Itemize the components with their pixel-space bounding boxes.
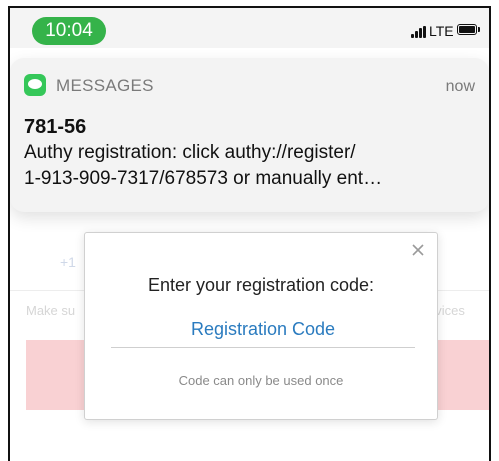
notification-timestamp: now <box>445 78 475 95</box>
registration-modal: Enter your registration code: Code can o… <box>84 232 438 420</box>
status-time[interactable]: 10:04 <box>32 17 106 45</box>
battery-icon <box>457 24 477 35</box>
modal-title: Enter your registration code: <box>147 275 375 295</box>
message-notification[interactable]: MESSAGES now 781-56 Authy registration: … <box>10 58 489 212</box>
notification-app-name: MESSAGES <box>56 76 154 95</box>
registration-code-input[interactable] <box>111 311 415 348</box>
signal-icon <box>411 26 426 38</box>
notification-sender: 781-56 <box>24 116 87 138</box>
notification-body-line2: 1-913-909-7317/678573 or manually ent… <box>24 168 383 189</box>
notification-body-line1: Authy registration: click authy://regist… <box>24 142 356 163</box>
phone-screen: 10:04 LTE +1 Make su evices MESSAGES now… <box>8 6 491 461</box>
status-bar: 10:04 LTE <box>10 8 489 48</box>
phone-prefix: +1 <box>60 254 76 270</box>
close-icon[interactable] <box>409 241 427 259</box>
carrier-label: LTE <box>429 23 454 39</box>
messages-icon <box>24 74 46 96</box>
background-left-text: Make su <box>26 303 76 318</box>
code-hint: Code can only be used once <box>178 373 344 388</box>
battery-tip <box>478 27 480 32</box>
